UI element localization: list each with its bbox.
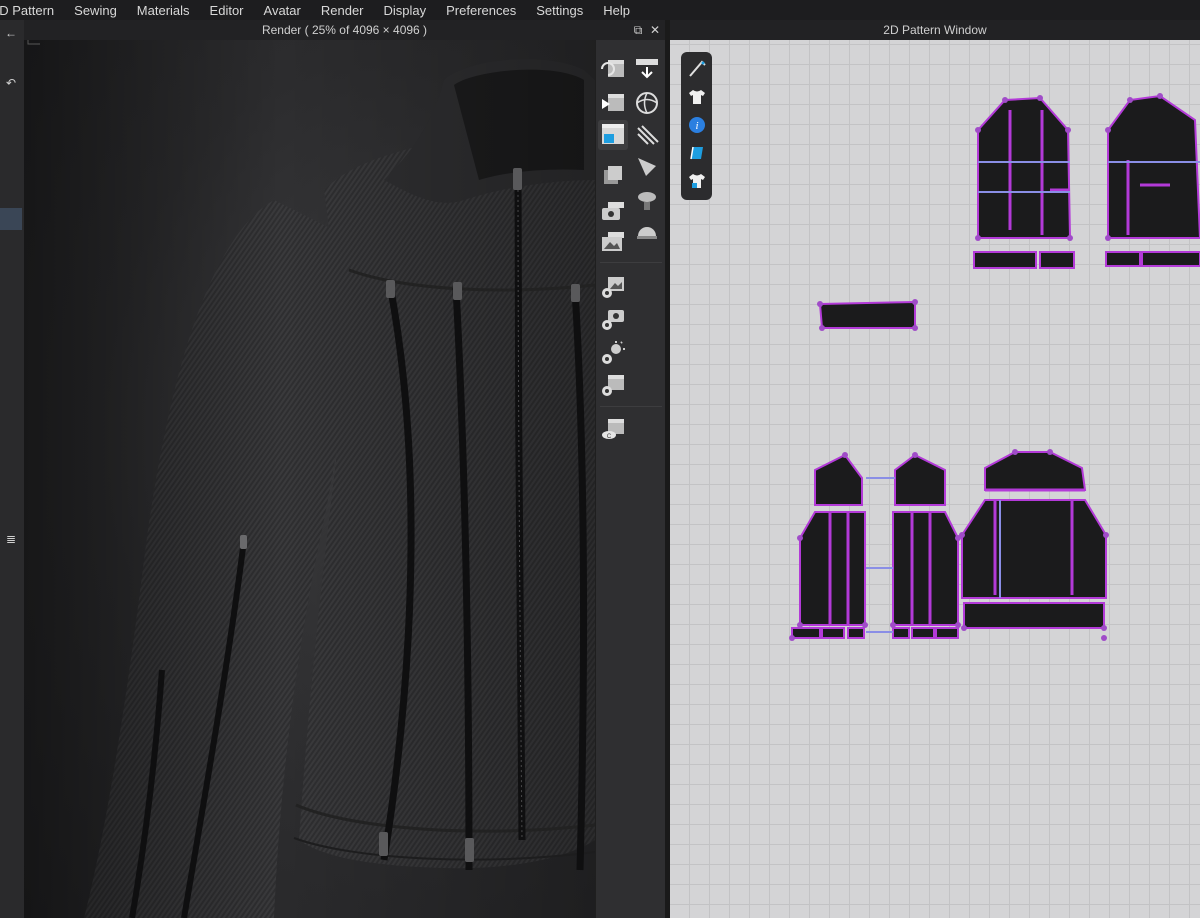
cuff-piece — [973, 251, 1037, 269]
render-window-header: Render ( 25% of 4096 × 4096 ) ⧉ ✕ — [24, 20, 665, 40]
image-render-icon[interactable] — [598, 226, 628, 256]
update-render-icon[interactable] — [598, 54, 628, 84]
sleeve-piece-left — [977, 96, 1072, 239]
play-render-icon[interactable] — [598, 88, 628, 118]
menu-avatar[interactable]: Avatar — [264, 3, 301, 18]
hem-piece — [821, 627, 845, 639]
render-tool-column: C — [595, 40, 666, 918]
camera-render-icon[interactable] — [598, 196, 628, 226]
sleeve-piece-right — [1107, 94, 1200, 239]
menu-settings[interactable]: Settings — [536, 3, 583, 18]
render-settings-icon[interactable] — [598, 370, 628, 400]
image-settings-icon[interactable] — [598, 272, 628, 302]
camera-settings-icon[interactable] — [598, 304, 628, 334]
back-panel — [961, 499, 1107, 599]
back-hem-band — [963, 602, 1105, 629]
close-window-icon[interactable]: ✕ — [647, 22, 663, 38]
float-window-icon[interactable]: ⧉ — [630, 22, 646, 38]
texture-edit-icon[interactable] — [684, 140, 709, 165]
menu-help[interactable]: Help — [603, 3, 630, 18]
light-dome-icon[interactable] — [632, 186, 662, 216]
info-icon[interactable]: i — [684, 112, 709, 137]
front-yoke-right — [894, 453, 946, 506]
left-toolbar: ← ↶ ≣ — [0, 20, 25, 918]
menu-materials[interactable]: Materials — [137, 3, 190, 18]
cuff-piece — [1141, 251, 1200, 267]
hem-piece — [911, 627, 935, 639]
menu-bar: 2D Pattern Sewing Materials Editor Avatar Ren… — [0, 0, 1200, 20]
light-arrows-icon[interactable] — [632, 120, 662, 150]
render-mode-active-icon[interactable] — [598, 120, 628, 150]
render-window-title: Render ( 25% of 4096 × 4096 ) — [261, 23, 428, 37]
menu-2d-pattern[interactable]: 2D Pattern — [0, 3, 54, 18]
svg-text:i: i — [695, 120, 698, 132]
active-panel-tab[interactable] — [0, 208, 22, 230]
garment-shirt-icon[interactable] — [684, 84, 709, 109]
pattern-tool-palette: i — [681, 52, 712, 200]
menu-display[interactable]: Display — [384, 3, 427, 18]
jacket-render — [24, 40, 595, 918]
hem-piece — [935, 627, 959, 639]
hemisphere-light-icon[interactable] — [632, 218, 662, 248]
hem-piece — [892, 627, 910, 639]
spot-light-icon[interactable] — [632, 152, 662, 182]
back-arrow-icon[interactable]: ← — [0, 22, 22, 44]
hem-piece — [791, 627, 821, 639]
pattern-pieces — [789, 93, 1200, 641]
pattern-canvas[interactable] — [670, 40, 1200, 918]
garment-lock-icon[interactable] — [684, 168, 709, 193]
front-panel-left — [799, 511, 866, 626]
list-icon[interactable]: ≣ — [0, 528, 22, 550]
collar-piece — [818, 300, 916, 329]
cuff-piece — [1105, 251, 1141, 267]
menu-editor[interactable]: Editor — [210, 3, 244, 18]
pattern-window-title: 2D Pattern Window — [883, 23, 987, 37]
save-render-icon[interactable] — [632, 54, 662, 84]
front-yoke-left — [814, 453, 863, 506]
menu-render[interactable]: Render — [321, 3, 364, 18]
front-panel-right — [892, 511, 959, 626]
render-queue-icon[interactable] — [598, 160, 628, 190]
svg-text:C: C — [607, 434, 612, 440]
light-settings-icon[interactable] — [598, 338, 628, 368]
cuff-piece — [1039, 251, 1075, 269]
tool-separator — [600, 406, 662, 407]
render-viewport[interactable] — [24, 40, 595, 918]
tool-separator — [600, 262, 662, 263]
environment-sphere-icon[interactable] — [632, 88, 662, 118]
undo-icon[interactable]: ↶ — [0, 72, 22, 94]
pattern-window-header: 2D Pattern Window — [670, 20, 1200, 40]
hem-piece — [847, 627, 865, 639]
cloud-render-icon[interactable]: C — [598, 414, 628, 444]
pen-tool-icon[interactable] — [684, 56, 709, 81]
menu-preferences[interactable]: Preferences — [446, 3, 516, 18]
back-yoke — [984, 451, 1087, 491]
menu-sewing[interactable]: Sewing — [74, 3, 117, 18]
